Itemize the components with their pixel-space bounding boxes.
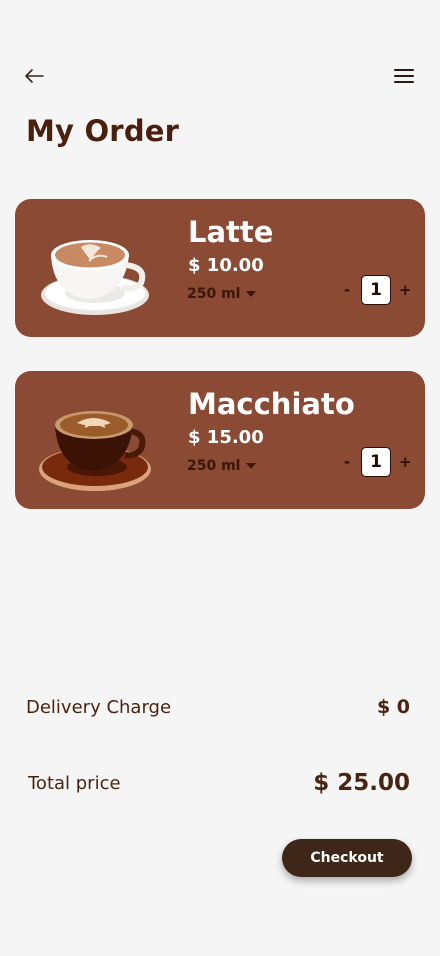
item-name: Macchiato <box>188 387 355 421</box>
menu-button[interactable] <box>390 58 418 94</box>
caret-down-icon <box>246 463 257 469</box>
back-button[interactable] <box>20 58 48 94</box>
quantity-stepper: - 1 + <box>341 275 412 305</box>
quantity-value[interactable]: 1 <box>361 447 391 477</box>
delivery-charge-row: Delivery Charge $ 0 <box>26 696 410 718</box>
item-price: $ 10.00 <box>188 255 264 276</box>
quantity-value[interactable]: 1 <box>361 275 391 305</box>
delivery-charge-label: Delivery Charge <box>26 696 172 718</box>
item-price: $ 15.00 <box>188 427 264 448</box>
increment-button[interactable]: + <box>399 281 412 299</box>
arrow-left-icon <box>25 69 44 83</box>
hamburger-menu-icon <box>394 69 414 83</box>
total-price-row: Total price $ 25.00 <box>28 770 410 796</box>
size-dropdown[interactable]: 250 ml <box>187 286 257 302</box>
size-label: 250 ml <box>187 286 241 302</box>
order-item-card[interactable]: Macchiato $ 15.00 250 ml - 1 + <box>15 371 425 509</box>
decrement-button[interactable]: - <box>341 281 353 299</box>
size-dropdown[interactable]: 250 ml <box>187 458 257 474</box>
macchiato-cup-image <box>39 411 151 491</box>
checkout-button[interactable]: Checkout <box>282 839 412 877</box>
top-bar <box>0 58 440 94</box>
total-price-value: $ 25.00 <box>313 770 410 796</box>
quantity-stepper: - 1 + <box>341 447 412 477</box>
page-title: My Order <box>26 114 180 148</box>
increment-button[interactable]: + <box>399 453 412 471</box>
item-name: Latte <box>188 215 274 249</box>
size-label: 250 ml <box>187 458 241 474</box>
order-item-card[interactable]: Latte $ 10.00 250 ml - 1 + <box>15 199 425 337</box>
caret-down-icon <box>246 291 257 297</box>
latte-cup-image <box>41 240 149 315</box>
delivery-charge-value: $ 0 <box>376 696 410 718</box>
decrement-button[interactable]: - <box>341 453 353 471</box>
total-price-label: Total price <box>28 772 121 794</box>
